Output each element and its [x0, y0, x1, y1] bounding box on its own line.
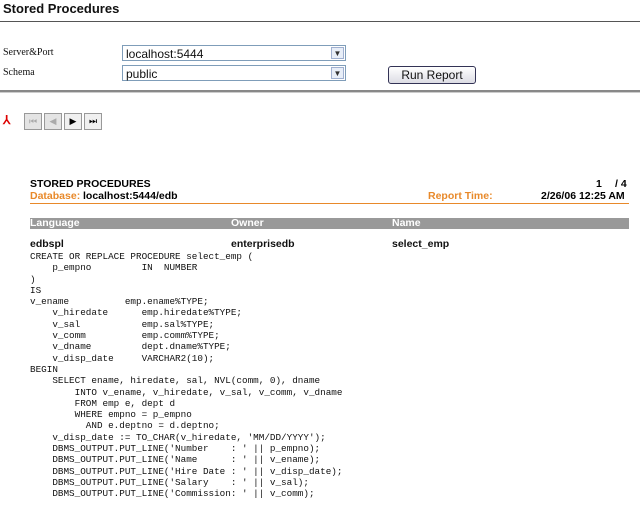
server-label: Server&Port [3, 47, 54, 58]
page-total: / 4 [615, 178, 627, 190]
chevron-down-icon[interactable]: ▼ [331, 67, 344, 79]
next-page-button[interactable]: ▶ [64, 113, 82, 130]
column-language: Language [30, 217, 80, 229]
column-name: Name [392, 217, 421, 229]
page-title: Stored Procedures [3, 1, 120, 16]
report-heading: STORED PROCEDURES [30, 178, 151, 190]
table-header: Language Owner Name [30, 218, 629, 229]
procedure-source: CREATE OR REPLACE PROCEDURE select_emp (… [30, 251, 343, 500]
divider [0, 90, 640, 93]
run-report-button[interactable]: Run Report [388, 66, 476, 84]
pdf-export-icon[interactable]: ⅄ [3, 113, 16, 128]
last-page-button[interactable]: ⏭ [84, 113, 102, 130]
database-label: Database: [30, 190, 81, 202]
page-current: 1 [596, 178, 602, 190]
schema-label: Schema [3, 67, 35, 78]
cell-owner: enterprisedb [231, 238, 295, 250]
column-owner: Owner [231, 217, 264, 229]
report-time-value: 2/26/06 12:25 AM [541, 190, 625, 202]
cell-name: select_emp [392, 238, 450, 250]
server-value: localhost:5444 [126, 47, 204, 61]
schema-value: public [126, 67, 158, 81]
prev-page-button[interactable]: ◀ [44, 113, 62, 130]
first-page-button[interactable]: ⏮ [24, 113, 42, 130]
cell-language: edbspl [30, 238, 64, 250]
divider [30, 203, 629, 204]
chevron-down-icon[interactable]: ▼ [331, 47, 344, 59]
divider [0, 21, 640, 22]
database-value: localhost:5444/edb [83, 190, 178, 202]
schema-select[interactable]: public ▼ [122, 65, 346, 81]
report-time-label: Report Time: [428, 190, 493, 202]
server-select[interactable]: localhost:5444 ▼ [122, 45, 346, 61]
